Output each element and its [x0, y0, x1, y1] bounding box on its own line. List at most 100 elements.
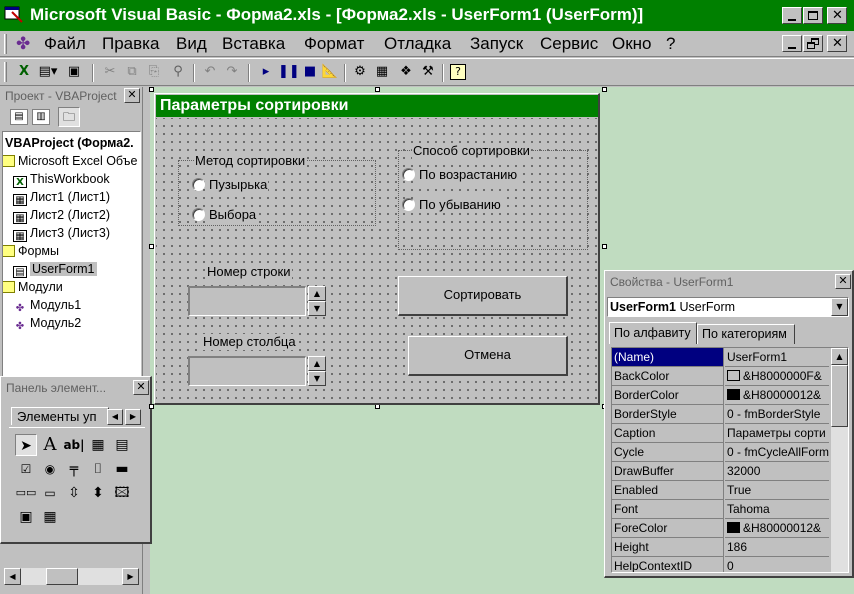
tree-item-sheet2[interactable]: ▦ Лист2 (Лист2) — [13, 206, 110, 224]
scroll-thumb[interactable] — [831, 365, 848, 427]
redo-icon[interactable]: ↷ — [222, 62, 242, 82]
tab-categorized[interactable]: По категориям — [697, 324, 795, 344]
close-button[interactable]: ✕ — [827, 7, 847, 24]
tab-alphabetic[interactable]: По алфавиту — [609, 322, 697, 344]
commandbutton-tool-icon[interactable]: ▬ — [111, 458, 133, 480]
togglebutton-tool-icon[interactable]: ╤ — [63, 458, 85, 480]
menu-insert[interactable]: Вставка — [222, 33, 285, 55]
cancel-button[interactable]: Отмена — [408, 336, 568, 376]
multipage-tool-icon[interactable]: ▭ — [39, 482, 61, 504]
column-number-spinner[interactable]: ▲ ▼ — [308, 356, 326, 386]
design-mode-icon[interactable]: 📐 — [320, 62, 340, 82]
option-selection-radio[interactable] — [192, 208, 205, 221]
menu-debug[interactable]: Отладка — [384, 33, 451, 55]
document-window-icon[interactable]: ✤ — [16, 33, 38, 55]
excel-icon[interactable]: X — [14, 62, 34, 82]
image-tool-icon[interactable]: 🖾 — [111, 482, 133, 504]
tree-item-sheet3[interactable]: ▦ Лист3 (Лист3) — [13, 224, 110, 242]
project-explorer-icon[interactable]: ⚙ — [350, 62, 370, 82]
spin-down-icon[interactable]: ▼ — [308, 301, 326, 316]
toolbox-tab-next[interactable]: ▶ — [125, 409, 141, 425]
scroll-left-button[interactable]: ◀ — [4, 568, 21, 585]
spin-up-icon[interactable]: ▲ — [308, 286, 326, 301]
break-icon[interactable]: ❚❚ — [278, 62, 300, 82]
minimize-button[interactable] — [782, 7, 802, 24]
scroll-thumb[interactable] — [46, 568, 78, 585]
resize-handle[interactable] — [375, 87, 380, 92]
textbox-tool-icon[interactable]: ab| — [63, 434, 85, 456]
sort-button[interactable]: Сортировать — [398, 276, 568, 316]
option-bubble-label[interactable]: Пузырька — [208, 177, 269, 193]
spinbutton-tool-icon[interactable]: ⬍ — [87, 482, 109, 504]
tree-item-excel-objects[interactable]: Microsoft Excel Объе — [3, 152, 137, 170]
help-icon[interactable]: ? — [450, 64, 466, 80]
toolbar-grip[interactable] — [4, 62, 7, 82]
properties-vscrollbar[interactable]: ▲ — [831, 348, 848, 572]
menu-window[interactable]: Окно — [612, 33, 652, 55]
row-number-spinner[interactable]: ▲ ▼ — [308, 286, 326, 316]
project-hscrollbar[interactable]: ◀ ▶ — [4, 568, 139, 585]
userform[interactable]: Параметры сортировки Метод сортировки Пу… — [154, 93, 600, 405]
listbox-tool-icon[interactable]: ▤ — [111, 434, 133, 456]
resize-handle[interactable] — [149, 87, 154, 92]
object-selector[interactable]: UserForm1 UserForm ▼ — [607, 297, 849, 317]
resize-handle[interactable] — [602, 87, 607, 92]
child-minimize-button[interactable] — [782, 35, 802, 52]
tree-item-module2[interactable]: ✤ Модуль2 — [13, 314, 81, 333]
menu-file[interactable]: Файл — [44, 33, 86, 55]
checkbox-tool-icon[interactable]: ☑ — [15, 458, 37, 480]
scrollbar-tool-icon[interactable]: ⇳ — [63, 482, 85, 504]
option-descending-radio[interactable] — [402, 198, 415, 211]
tree-item-thisworkbook[interactable]: X ThisWorkbook — [13, 170, 110, 188]
calendar-tool-icon[interactable]: ▦ — [39, 506, 61, 528]
toolbox-icon[interactable]: ⚒ — [418, 62, 438, 82]
pointer-icon[interactable]: ➤ — [15, 434, 37, 456]
option-ascending-radio[interactable] — [402, 168, 415, 181]
menu-edit[interactable]: Правка — [102, 33, 159, 55]
child-restore-button[interactable] — [803, 35, 823, 52]
tree-item-module1[interactable]: ✤ Модуль1 — [13, 296, 81, 315]
chevron-down-icon[interactable]: ▼ — [831, 298, 848, 316]
toolbox-tab-prev[interactable]: ◀ — [107, 409, 123, 425]
menu-help[interactable]: ? — [666, 33, 675, 55]
reset-icon[interactable]: ■ — [300, 62, 320, 82]
spin-down-icon[interactable]: ▼ — [308, 371, 326, 386]
spin-up-icon[interactable]: ▲ — [308, 356, 326, 371]
row-number-textbox[interactable] — [188, 286, 306, 316]
child-close-button[interactable]: ✕ — [827, 35, 847, 52]
tabstrip-tool-icon[interactable]: ▭▭ — [15, 482, 37, 504]
frame-tool-icon[interactable]: ⌷ — [87, 458, 109, 480]
optionbutton-tool-icon[interactable]: ◉ — [39, 458, 61, 480]
label-tool-icon[interactable]: A — [39, 434, 61, 456]
tree-item-userform1[interactable]: ▤ UserForm1 — [13, 260, 97, 278]
scroll-right-button[interactable]: ▶ — [122, 568, 139, 585]
view-object-button[interactable]: ▥ — [32, 109, 50, 125]
option-bubble-radio[interactable] — [192, 178, 205, 191]
option-ascending-label[interactable]: По возрастанию — [418, 167, 519, 183]
option-selection-label[interactable]: Выбора — [208, 207, 258, 223]
toggle-folders-button[interactable]: 🗀 — [58, 107, 80, 127]
insert-userform-icon[interactable]: ▤▾ — [34, 62, 62, 82]
cut-icon[interactable]: ✂ — [100, 62, 120, 82]
column-number-textbox[interactable] — [188, 356, 306, 386]
find-icon[interactable]: ⚲ — [168, 62, 188, 82]
object-browser-icon[interactable]: ❖ — [396, 62, 416, 82]
tree-root[interactable]: VBAProject (Форма2. — [5, 134, 134, 152]
save-icon[interactable]: ▣ — [64, 62, 84, 82]
menu-tools[interactable]: Сервис — [540, 33, 598, 55]
tree-item-forms[interactable]: Формы — [3, 242, 59, 260]
combobox-tool-icon[interactable]: ▦ — [87, 434, 109, 456]
scroll-up-button[interactable]: ▲ — [831, 348, 848, 365]
menu-grip[interactable] — [4, 34, 7, 54]
tree-item-modules[interactable]: Модули — [3, 278, 63, 296]
run-icon[interactable]: ▸ — [256, 62, 276, 82]
menu-view[interactable]: Вид — [176, 33, 207, 55]
view-code-button[interactable]: ▤ — [10, 109, 28, 125]
resize-handle[interactable] — [602, 244, 607, 249]
menu-format[interactable]: Формат — [304, 33, 364, 55]
undo-icon[interactable]: ↶ — [200, 62, 220, 82]
option-descending-label[interactable]: По убыванию — [418, 197, 502, 213]
properties-close-button[interactable]: ✕ — [835, 274, 851, 289]
maximize-button[interactable] — [803, 7, 823, 24]
paste-icon[interactable]: ⎘ — [144, 62, 164, 82]
